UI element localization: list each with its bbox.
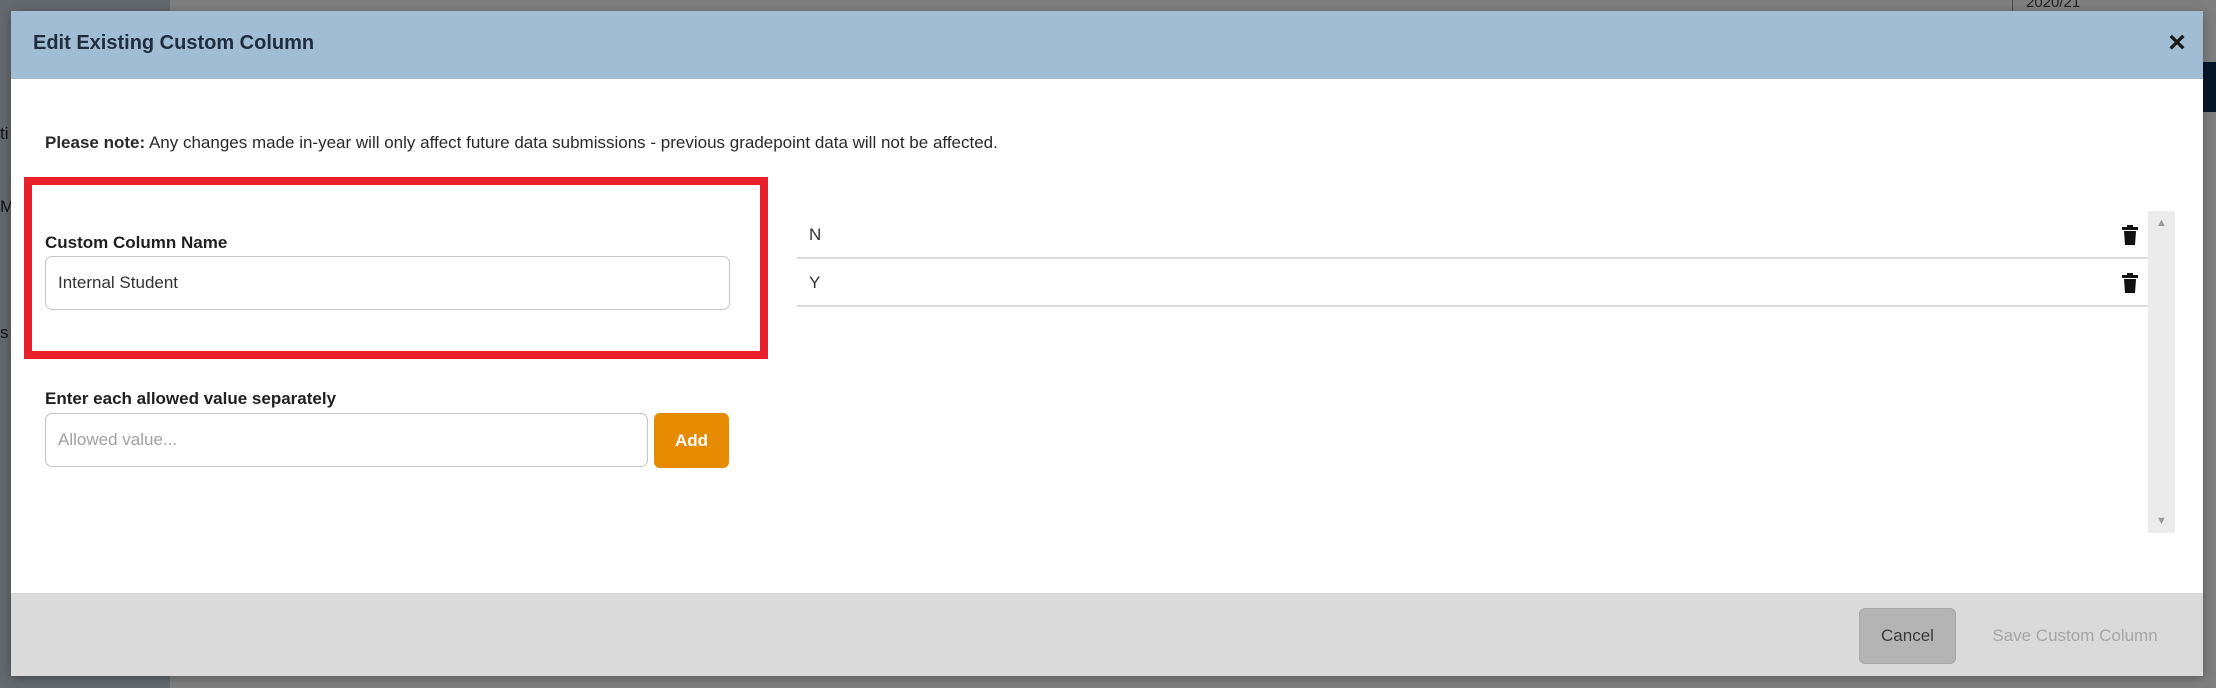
value-text: N bbox=[809, 225, 822, 244]
trash-icon[interactable] bbox=[2122, 225, 2138, 245]
edit-custom-column-dialog: Edit Existing Custom Column × Please not… bbox=[11, 11, 2203, 676]
dialog-title: Edit Existing Custom Column bbox=[33, 32, 315, 54]
note-text: Any changes made in-year will only affec… bbox=[145, 133, 998, 152]
scroll-up-icon[interactable]: ▲ bbox=[2148, 213, 2175, 233]
allowed-value-label: Enter each allowed value separately bbox=[45, 389, 337, 408]
trash-icon[interactable] bbox=[2122, 273, 2138, 293]
custom-column-name-input[interactable] bbox=[45, 256, 730, 310]
allowed-values-list: N Y bbox=[797, 211, 2148, 533]
list-item: Y bbox=[797, 259, 2148, 307]
add-value-button[interactable]: Add bbox=[654, 413, 729, 468]
note-label: Please note: bbox=[45, 133, 146, 152]
save-custom-column-button[interactable]: Save Custom Column bbox=[1975, 608, 2175, 664]
value-text: Y bbox=[809, 273, 821, 292]
custom-column-name-label: Custom Column Name bbox=[45, 233, 228, 252]
note-message: Please note: Any changes made in-year wi… bbox=[45, 133, 998, 153]
allowed-values-panel: N Y ▲ ▼ bbox=[797, 211, 2175, 533]
allowed-value-input[interactable] bbox=[45, 413, 648, 467]
scroll-down-icon[interactable]: ▼ bbox=[2148, 511, 2175, 531]
cancel-button[interactable]: Cancel bbox=[1859, 608, 1956, 664]
dialog-header: Edit Existing Custom Column × bbox=[11, 11, 2203, 79]
values-scrollbar[interactable]: ▲ ▼ bbox=[2148, 211, 2175, 533]
list-item: N bbox=[797, 211, 2148, 259]
close-icon[interactable]: × bbox=[2163, 28, 2191, 58]
dialog-footer: Cancel Save Custom Column bbox=[11, 593, 2203, 676]
